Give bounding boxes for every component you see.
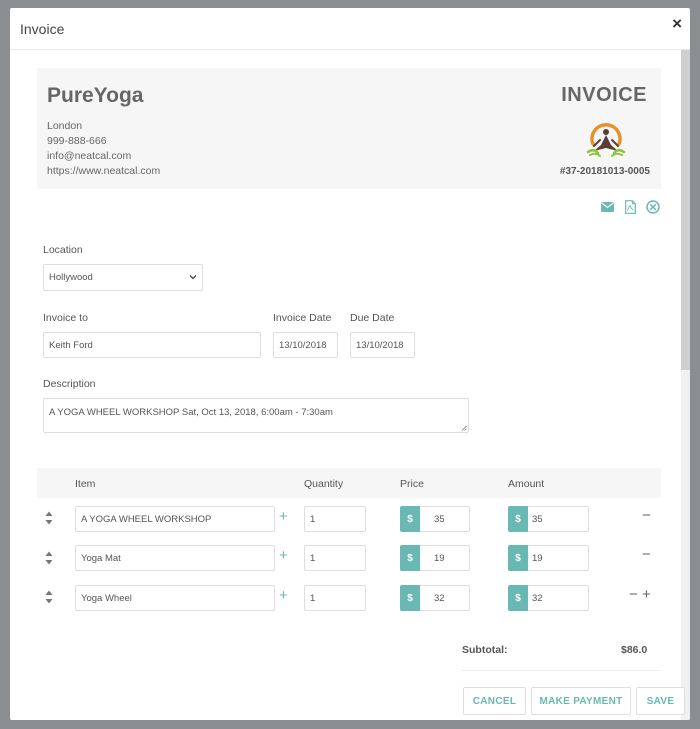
currency-addon: $ — [400, 545, 420, 571]
location-label: Location — [43, 244, 83, 256]
modal-header: Invoice × — [10, 8, 690, 50]
location-select[interactable]: Hollywood — [43, 264, 203, 291]
modal-title: Invoice — [20, 21, 65, 37]
subtotal-label: Subtotal: — [462, 644, 508, 656]
price-input[interactable]: 19 — [420, 545, 470, 571]
column-header-quantity: Quantity — [304, 478, 344, 490]
invoice-date-input[interactable]: 13/10/2018 — [273, 332, 338, 358]
invoice-to-input[interactable]: Keith Ford — [43, 332, 261, 358]
row-reorder-icon[interactable] — [44, 590, 54, 604]
invoice-actions — [600, 200, 660, 214]
quantity-input[interactable]: 1 — [304, 506, 366, 532]
row-reorder-icon[interactable] — [44, 511, 54, 525]
currency-addon: $ — [400, 585, 420, 611]
remove-row-button[interactable]: − — [642, 547, 651, 562]
amount-input[interactable]: 35 — [528, 506, 589, 532]
company-email: info@neatcal.com — [47, 150, 132, 162]
resize-handle-icon[interactable] — [461, 425, 467, 431]
quantity-input[interactable]: 1 — [304, 545, 366, 571]
chevron-down-icon — [189, 275, 197, 280]
column-header-price: Price — [400, 478, 424, 490]
invoice-date-label: Invoice Date — [273, 312, 332, 324]
add-item-detail-button[interactable]: + — [279, 509, 288, 524]
item-name-input[interactable]: Yoga Wheel — [75, 585, 275, 611]
row-reorder-icon[interactable] — [44, 551, 54, 565]
subtotal-value: $86.0 — [621, 644, 648, 656]
item-name-input[interactable]: A YOGA WHEEL WORKSHOP — [75, 506, 275, 532]
invoice-number: #37-20181013-0005 — [559, 166, 650, 177]
invoice-label: INVOICE — [561, 84, 647, 106]
make-payment-button[interactable]: MAKE PAYMENT — [531, 687, 631, 715]
currency-addon: $ — [400, 506, 420, 532]
company-website: https://www.neatcal.com — [47, 165, 161, 177]
email-icon[interactable] — [600, 200, 614, 214]
save-button[interactable]: SAVE — [636, 687, 685, 715]
add-row-button[interactable]: + — [642, 587, 651, 602]
scrollbar-thumb[interactable] — [681, 50, 690, 370]
description-textarea[interactable]: A YOGA WHEEL WORKSHOP Sat, Oct 13, 2018,… — [43, 398, 469, 433]
amount-input[interactable]: 32 — [528, 585, 589, 611]
invoice-to-label: Invoice to — [43, 312, 88, 324]
price-input[interactable]: 32 — [420, 585, 470, 611]
close-icon[interactable]: × — [672, 14, 682, 34]
yoga-logo-icon — [586, 123, 626, 157]
quantity-input[interactable]: 1 — [304, 585, 366, 611]
price-input[interactable]: 35 — [420, 506, 470, 532]
currency-addon: $ — [508, 506, 528, 532]
due-date-input[interactable]: 13/10/2018 — [350, 332, 415, 358]
add-item-detail-button[interactable]: + — [279, 588, 288, 603]
company-city: London — [47, 120, 83, 132]
description-label: Description — [43, 378, 96, 390]
cancel-button[interactable]: CANCEL — [463, 687, 526, 715]
item-name-input[interactable]: Yoga Mat — [75, 545, 275, 571]
column-header-item: Item — [75, 478, 96, 490]
cancel-invoice-icon[interactable] — [646, 200, 660, 214]
add-item-detail-button[interactable]: + — [279, 548, 288, 563]
location-value: Hollywood — [49, 272, 93, 283]
remove-row-button[interactable]: − — [642, 508, 651, 523]
company-name: PureYoga — [47, 84, 144, 107]
pdf-icon[interactable] — [623, 200, 637, 214]
remove-row-button[interactable]: − — [629, 587, 638, 602]
column-header-amount: Amount — [508, 478, 545, 490]
invoice-modal: Invoice × PureYoga London 999-888-666 in… — [10, 8, 690, 720]
currency-addon: $ — [508, 545, 528, 571]
subtotal-divider — [462, 670, 660, 671]
currency-addon: $ — [508, 585, 528, 611]
due-date-label: Due Date — [350, 312, 395, 324]
amount-input[interactable]: 19 — [528, 545, 589, 571]
invoice-company-header: PureYoga London 999-888-666 info@neatcal… — [37, 68, 661, 189]
items-table-header: Item Quantity Price Amount — [37, 468, 661, 498]
company-phone: 999-888-666 — [47, 135, 107, 147]
